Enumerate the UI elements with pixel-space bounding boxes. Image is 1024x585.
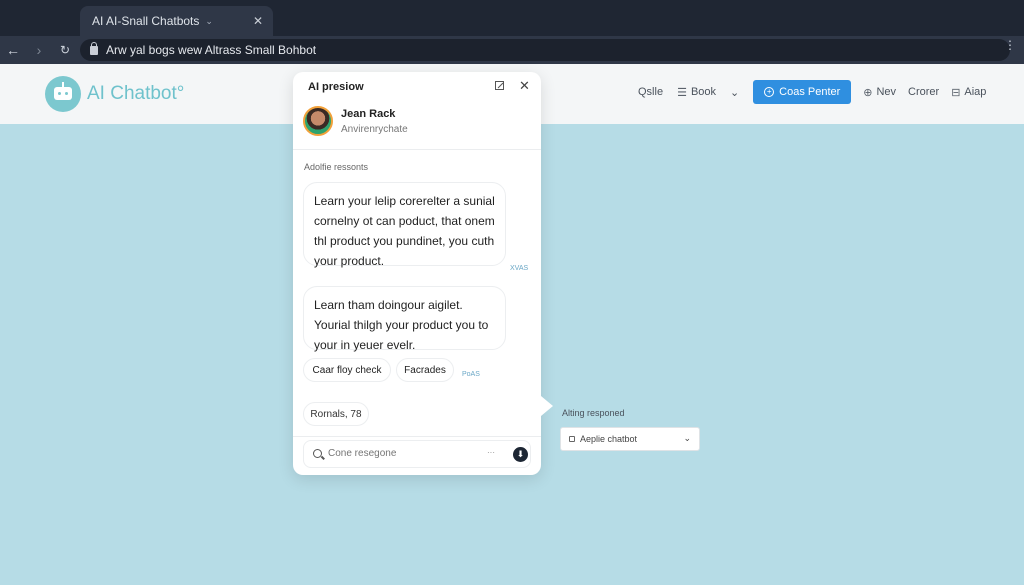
tab-title: AI AI-Snall Chatbots <box>92 14 200 28</box>
lock-icon <box>90 41 98 55</box>
list-icon: ☰ <box>677 86 687 99</box>
close-icon[interactable]: ✕ <box>253 14 263 28</box>
search-icon <box>313 449 322 458</box>
quick-reply-chip[interactable]: Caar floy check <box>303 358 391 382</box>
plus-icon: + <box>764 87 775 97</box>
browser-toolbar: ← › ↻ Arw yal bogs wew Altrass Small Boh… <box>0 36 1024 64</box>
nav-link-crorer[interactable]: Crorer <box>908 86 939 98</box>
popover-pointer <box>541 396 553 416</box>
agent-info: Jean Rack Anvirenrychate <box>303 106 408 136</box>
nav-link-book-label: Book <box>690 86 717 98</box>
chevron-down-icon[interactable]: ⌄ <box>730 86 739 99</box>
chatbot-select-value: Aeplie chatbot <box>580 434 638 444</box>
browser-tab[interactable]: AI AI-Snall Chatbots ⌄ ✕ <box>80 6 273 36</box>
logo-text: AI Chatbot° <box>87 83 185 104</box>
message-time: XVAS <box>510 265 529 272</box>
cta-label: Coas Penter <box>779 86 841 98</box>
forward-arrow-icon[interactable]: › <box>26 37 52 63</box>
nav-link-aiap[interactable]: ⊟ Aiap <box>951 86 986 99</box>
chatbot-select[interactable]: Aeplie chatbot ⌄ <box>560 427 700 451</box>
document-icon: ⊟ <box>951 86 961 99</box>
close-icon[interactable]: ✕ <box>519 78 530 94</box>
message-bubble: Learn your lelip corerelter a sunial cor… <box>303 182 506 268</box>
side-panel-label: Alting responed <box>562 408 625 418</box>
reload-icon[interactable]: ↻ <box>52 37 78 63</box>
agent-name: Jean Rack <box>341 107 396 120</box>
nav-link-qslle[interactable]: Qslle <box>638 86 663 98</box>
send-button[interactable]: ⬇ <box>513 447 528 462</box>
nav-link-aiap-label: Aiap <box>964 86 987 98</box>
divider <box>293 149 541 150</box>
nav-link-book[interactable]: ☰ Book <box>677 86 716 99</box>
message-input[interactable] <box>328 448 478 459</box>
chat-title: AI presiow <box>308 81 364 93</box>
lock-icon <box>569 436 575 442</box>
url-text: Arw yal bogs wew Altrass Small Bohbot <box>106 43 317 57</box>
note-chip[interactable]: Rornals, 78 <box>303 402 369 426</box>
quick-reply-chip[interactable]: Facrades <box>396 358 454 382</box>
chevron-down-icon[interactable]: ⌄ <box>205 16 213 27</box>
chevron-down-icon: ⌄ <box>683 433 691 443</box>
cta-button[interactable]: + Coas Penter <box>753 80 852 104</box>
more-icon[interactable]: ··· <box>487 448 495 457</box>
section-label: Adolfie ressonts <box>304 162 369 172</box>
site-nav: Qslle ☰ Book ⌄ + Coas Penter ⊕ Nev Crore… <box>638 80 986 104</box>
nav-link-nev-label: Nev <box>876 86 897 98</box>
back-arrow-icon[interactable]: ← <box>0 37 26 63</box>
message-bubble: Learn tham doingour aigilet. Yourial thi… <box>303 286 506 352</box>
browser-tabbar: AI AI-Snall Chatbots ⌄ ✕ <box>0 0 1024 36</box>
logo[interactable]: AI Chatbot° <box>45 76 184 112</box>
nav-link-nev[interactable]: ⊕ Nev <box>863 86 896 99</box>
agent-status: Anvirenrychate <box>341 123 408 135</box>
more-menu-icon[interactable]: ⋮ <box>1004 39 1016 51</box>
message-composer: ··· ⬇ <box>303 440 531 468</box>
expand-icon[interactable] <box>495 81 504 90</box>
message-time: PoAS <box>462 371 480 378</box>
avatar <box>303 106 333 136</box>
address-bar[interactable]: Arw yal bogs wew Altrass Small Bohbot <box>80 39 1010 61</box>
divider <box>293 436 541 437</box>
chat-widget: AI presiow ✕ Jean Rack Anvirenrychate Ad… <box>293 72 541 475</box>
robot-icon <box>45 76 81 112</box>
globe-icon: ⊕ <box>863 86 873 99</box>
